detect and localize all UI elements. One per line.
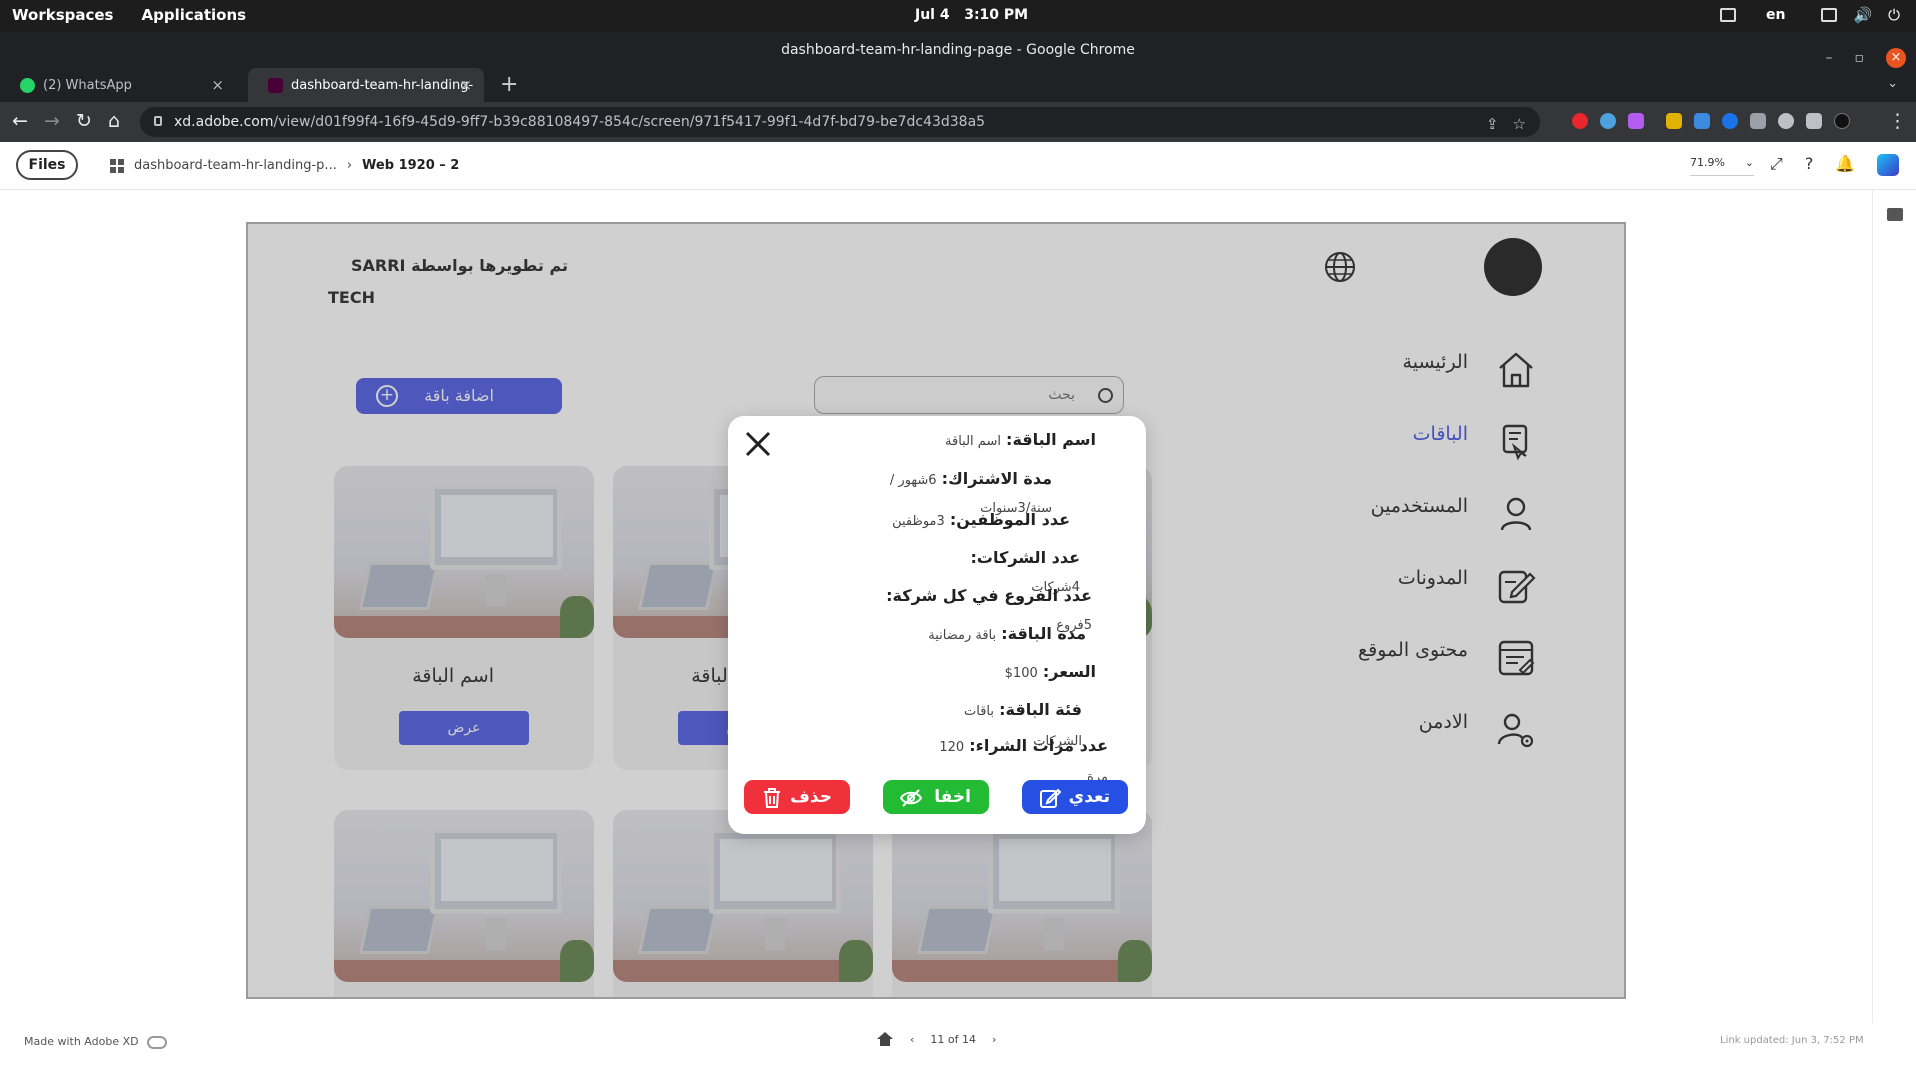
creative-cloud-icon xyxy=(146,1035,167,1049)
volume-icon[interactable]: 🔊 xyxy=(1853,6,1872,24)
detail-key: مدة الاشتراك: xyxy=(941,469,1052,488)
tab-strip: (2) WhatsApp × dashboard-team-hr-landing… xyxy=(0,68,1916,102)
bell-icon[interactable]: 🔔 xyxy=(1835,154,1855,176)
edit-icon xyxy=(1040,788,1062,808)
new-tab-icon[interactable]: + xyxy=(500,72,518,97)
detail-value: 100$ xyxy=(1004,666,1038,681)
detail-row: مدة الباقة: باقة رمضانية xyxy=(926,620,1086,650)
xd-footer: Made with Adobe XD ‹ 11 of 14 › Link upd… xyxy=(0,1023,1872,1067)
share-icon[interactable]: ⇪ xyxy=(1486,109,1499,139)
chevron-right-icon: › xyxy=(346,158,353,173)
tab-whatsapp[interactable]: (2) WhatsApp × xyxy=(0,68,236,102)
keyboard-icon[interactable] xyxy=(1821,8,1838,22)
prev-screen-icon[interactable]: ‹ xyxy=(910,1033,914,1046)
trash-icon xyxy=(764,788,780,808)
files-button[interactable]: Files xyxy=(16,150,78,180)
detail-key: عدد الموظفين: xyxy=(949,510,1070,529)
adobe-xd-icon xyxy=(268,77,283,93)
extension-icon[interactable] xyxy=(1600,113,1616,129)
workspaces-menu[interactable]: Workspaces xyxy=(12,6,113,24)
language-indicator[interactable]: en xyxy=(1766,7,1785,23)
reload-icon[interactable]: ↻ xyxy=(76,110,92,132)
delete-label: حذف xyxy=(790,787,832,807)
detail-key: عدد الشركات: xyxy=(970,548,1080,567)
detail-row: السعر: 100$ xyxy=(986,658,1096,688)
breadcrumb-screen: Web 1920 – 2 xyxy=(362,158,460,173)
grid-icon[interactable] xyxy=(110,158,124,173)
applications-menu[interactable]: Applications xyxy=(141,6,246,24)
help-icon[interactable]: ? xyxy=(1805,154,1814,176)
whatsapp-icon xyxy=(20,77,35,93)
window-title-bar: dashboard-team-hr-landing-page - Google … xyxy=(0,32,1916,68)
creative-cloud-icon[interactable] xyxy=(1877,154,1900,176)
close-window-icon[interactable]: × xyxy=(1886,48,1906,68)
tab-label: dashboard-team-hr-landing- xyxy=(291,77,474,93)
hide-button[interactable]: اخفا xyxy=(883,780,989,814)
detail-value: اسم الباقة xyxy=(945,434,1001,449)
extension-icon[interactable] xyxy=(1666,113,1682,129)
forward-icon[interactable]: → xyxy=(44,110,60,132)
sidepanel-icon[interactable] xyxy=(1806,113,1822,129)
page-indicator: 11 of 14 xyxy=(930,1032,976,1046)
detail-key: السعر: xyxy=(1042,662,1096,681)
extension-icon[interactable] xyxy=(1628,113,1644,129)
fullscreen-icon[interactable]: ⤢ xyxy=(1770,154,1783,176)
edit-button[interactable]: تعدي xyxy=(1022,780,1128,814)
link-updated: Link updated: Jun 3, 7:52 PM xyxy=(1720,1035,1864,1046)
chevron-down-icon: ⌄ xyxy=(1744,156,1754,169)
window-title: dashboard-team-hr-landing-page - Google … xyxy=(781,42,1135,58)
xd-header: Files dashboard-team-hr-landing-p... › W… xyxy=(0,142,1916,190)
detail-key: عدد مرات الشراء: xyxy=(969,736,1108,755)
clock[interactable]: Jul 4 3:10 PM xyxy=(915,7,1028,23)
next-screen-icon[interactable]: › xyxy=(992,1033,996,1046)
extension-icon[interactable] xyxy=(1694,113,1710,129)
menu-dots-icon[interactable]: ⋮ xyxy=(1888,110,1907,132)
pager: ‹ 11 of 14 › xyxy=(876,1031,996,1047)
package-details-modal: اسم الباقة: اسم الباقة مدة الاشتراك: 6شه… xyxy=(728,416,1146,834)
home-icon[interactable] xyxy=(876,1031,894,1047)
detail-key: مدة الباقة: xyxy=(1001,624,1086,643)
tab-search-icon[interactable]: ⌄ xyxy=(1887,76,1898,91)
close-tab-icon[interactable]: × xyxy=(459,76,472,94)
eye-off-icon xyxy=(899,789,923,807)
breadcrumb: dashboard-team-hr-landing-p... › Web 192… xyxy=(110,158,459,173)
tab-label: (2) WhatsApp xyxy=(43,77,132,93)
made-with-xd: Made with Adobe XD xyxy=(24,1035,167,1049)
power-icon[interactable]: ⏻ xyxy=(1888,6,1900,24)
detail-key: عدد الفروع في كل شركة: xyxy=(886,586,1092,605)
home-icon[interactable]: ⌂ xyxy=(108,110,120,132)
detail-value: 3موظفين xyxy=(892,514,945,529)
detail-row: عدد الموظفين: 3موظفين xyxy=(870,506,1070,536)
google-icon[interactable] xyxy=(1778,113,1794,129)
detail-key: فئة الباقة: xyxy=(999,700,1082,719)
hide-label: اخفا xyxy=(934,787,971,807)
detail-key: اسم الباقة: xyxy=(1006,430,1096,449)
extension-icon[interactable] xyxy=(1722,113,1738,129)
address-bar[interactable]: xd.adobe.com/view/d01f99f4-16f9-45d9-9ff… xyxy=(140,107,1540,137)
delete-button[interactable]: حذف xyxy=(744,780,850,814)
lock-icon xyxy=(154,116,162,126)
comment-icon[interactable] xyxy=(1887,208,1903,221)
puzzle-icon[interactable] xyxy=(1750,113,1766,129)
browser-toolbar: ← → ↻ ⌂ xd.adobe.com/view/d01f99f4-16f9-… xyxy=(0,102,1916,142)
tab-adobe-xd[interactable]: dashboard-team-hr-landing- × xyxy=(248,68,484,102)
detail-row: اسم الباقة: اسم الباقة xyxy=(896,430,1096,449)
os-top-bar: Workspaces Applications Jul 4 3:10 PM en… xyxy=(0,0,1916,32)
profile-avatar-icon[interactable] xyxy=(1834,113,1850,129)
url-path: /view/d01f99f4-16f9-45d9-9ff7-b39c881084… xyxy=(273,114,986,130)
zoom-select[interactable]: 71.9% ⌄ xyxy=(1690,156,1754,176)
detail-value: باقة رمضانية xyxy=(928,628,997,643)
close-icon[interactable] xyxy=(742,428,774,460)
breadcrumb-project[interactable]: dashboard-team-hr-landing-p... xyxy=(134,158,337,173)
edit-label: تعدي xyxy=(1068,787,1110,807)
back-icon[interactable]: ← xyxy=(12,110,28,132)
bookmark-star-icon[interactable]: ☆ xyxy=(1513,109,1526,139)
extension-icon[interactable] xyxy=(1572,113,1588,129)
close-tab-icon[interactable]: × xyxy=(211,76,224,94)
url-host: xd.adobe.com xyxy=(174,114,274,130)
comments-rail xyxy=(1872,190,1916,1023)
screen-icon[interactable] xyxy=(1719,8,1736,22)
